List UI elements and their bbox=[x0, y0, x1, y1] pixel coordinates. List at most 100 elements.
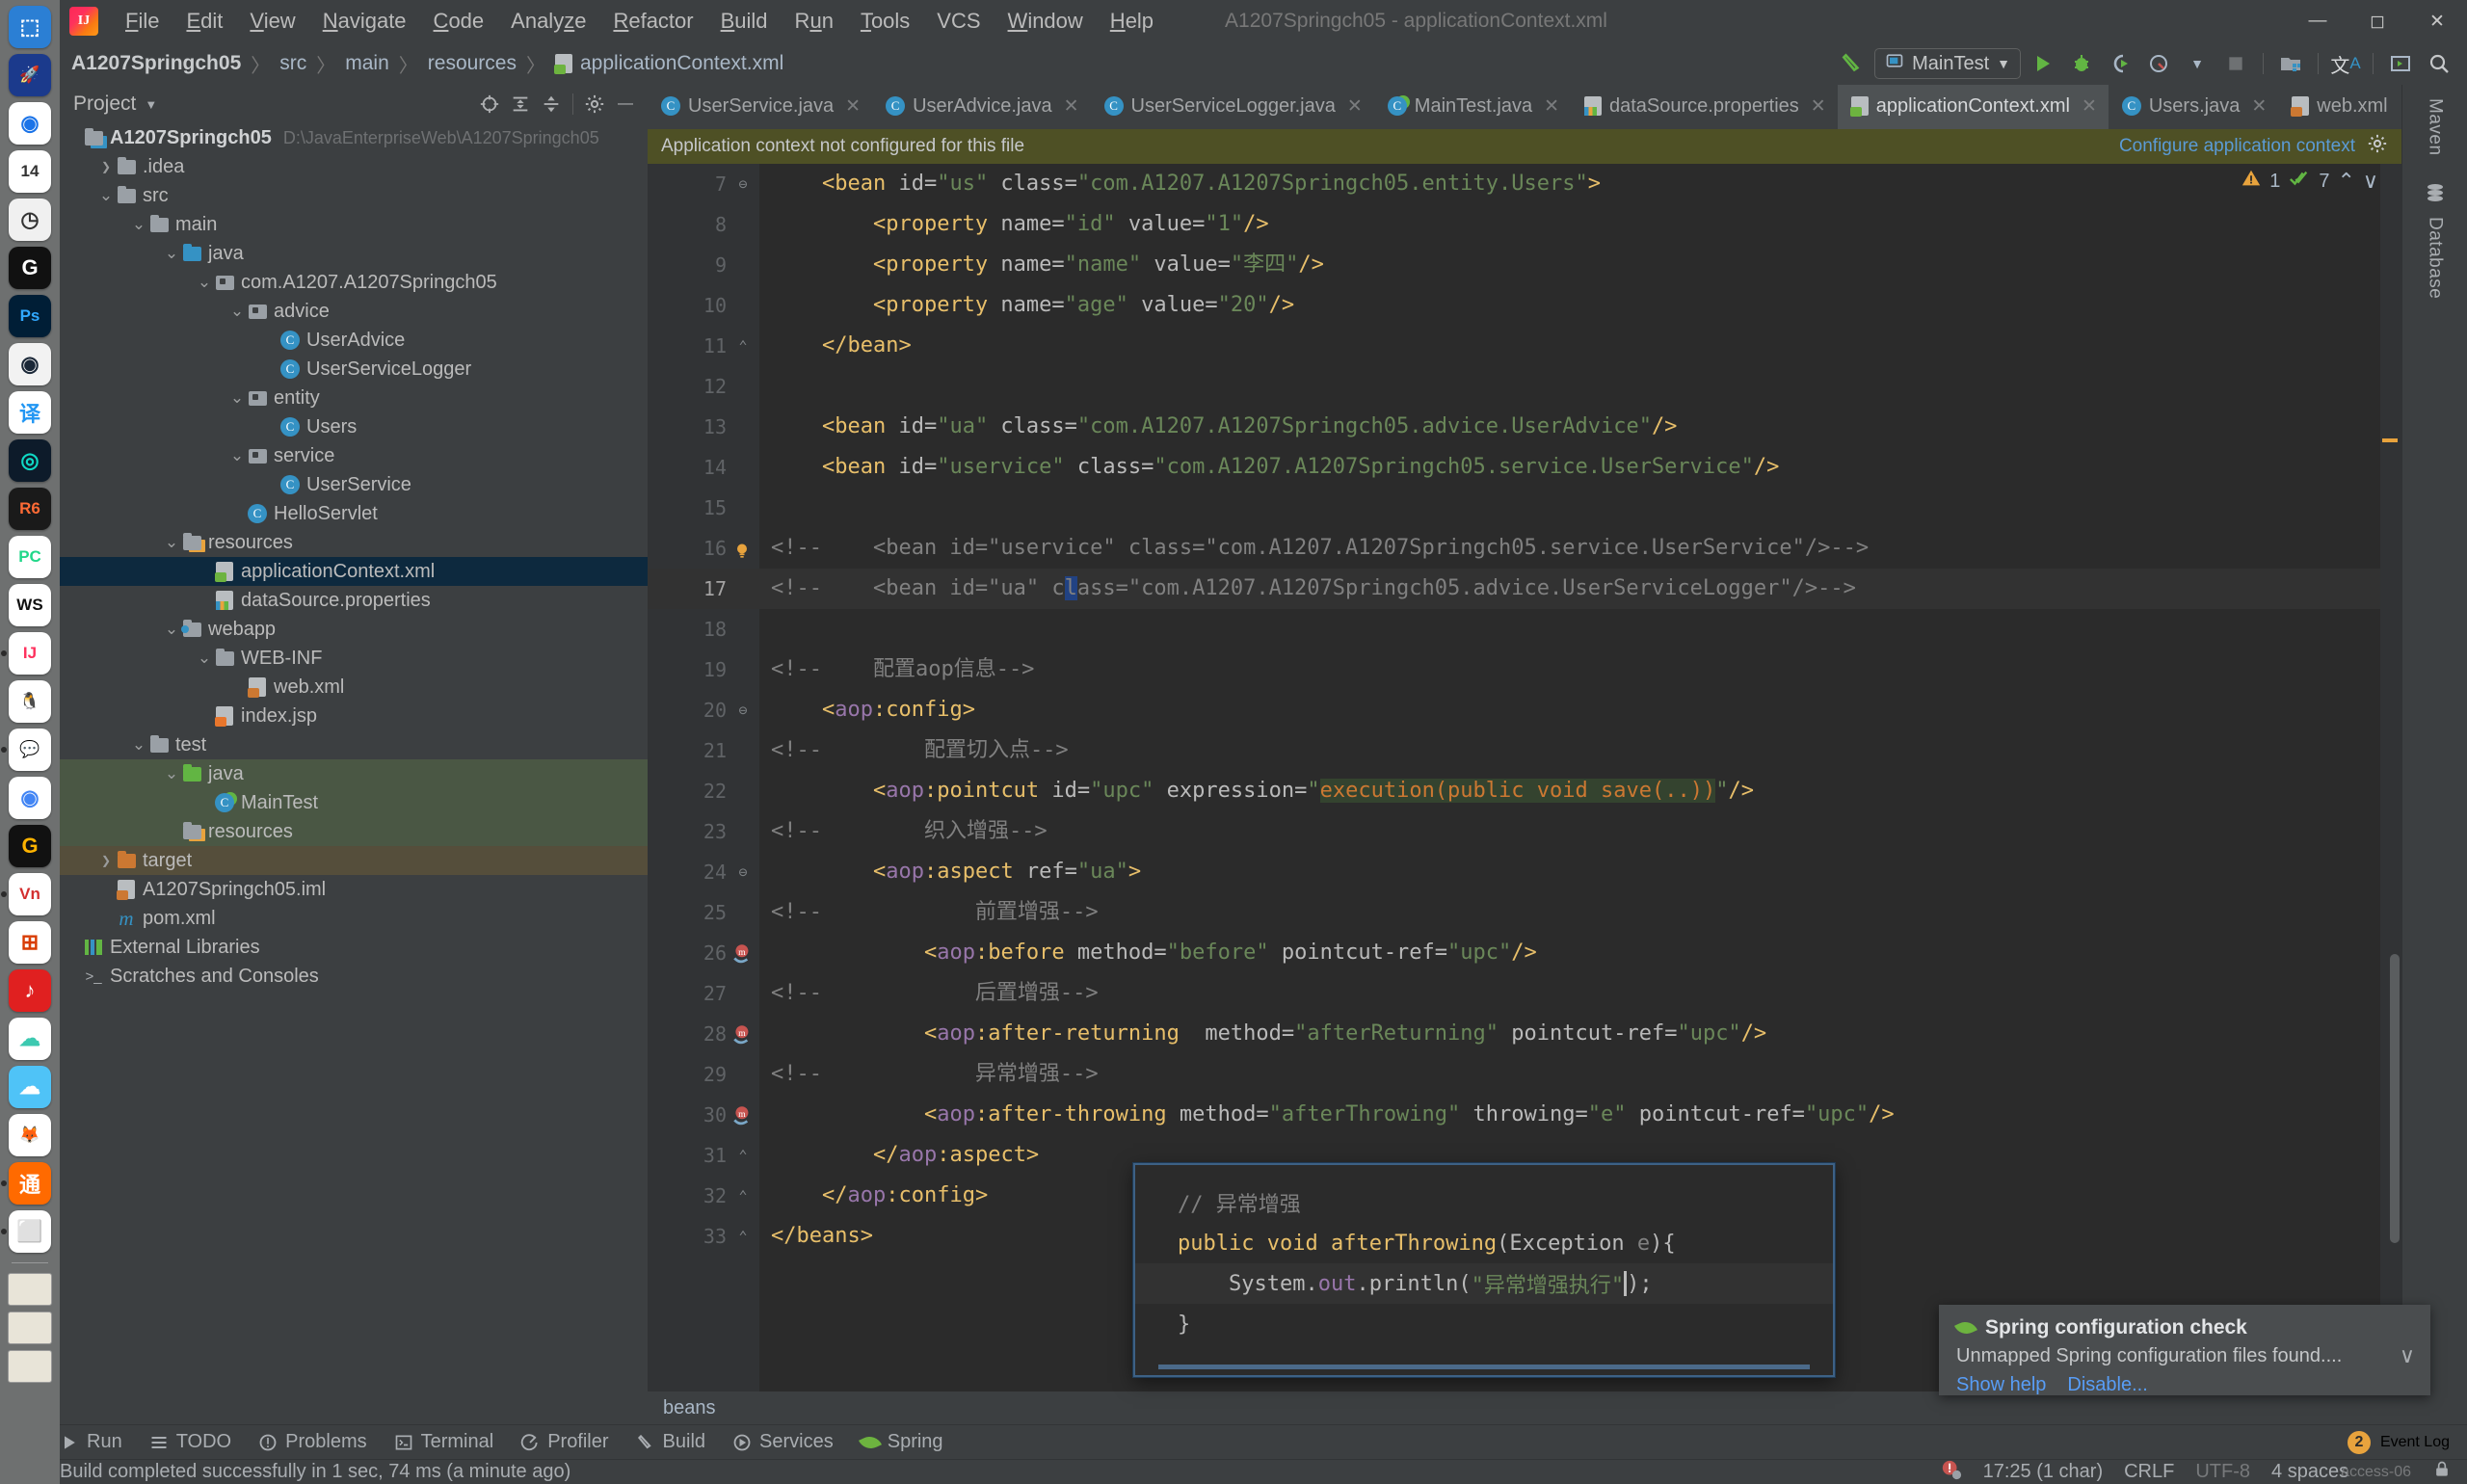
tool-window-terminal[interactable]: Terminal bbox=[394, 1431, 493, 1453]
document-icon[interactable]: ⬜ bbox=[1, 1210, 51, 1253]
tool-window-build[interactable]: Build bbox=[636, 1431, 705, 1453]
sidebar-item-maven[interactable]: Maven bbox=[2425, 98, 2446, 156]
chevron-down-icon[interactable]: ⌄ bbox=[98, 186, 114, 205]
code-line-18[interactable]: 18 bbox=[648, 609, 2401, 649]
tree-row-web-xml[interactable]: ⌄ web.xml bbox=[60, 673, 648, 702]
tree-row-main[interactable]: ⌄ main bbox=[60, 210, 648, 239]
calendar-icon[interactable]: 14 bbox=[9, 150, 51, 193]
tree-row-project-root[interactable]: ▾ A1207Springch05 D:\JavaEnterpriseWeb\A12… bbox=[60, 123, 648, 152]
code-line-19[interactable]: 19 <!-- 配置aop信息--> bbox=[648, 649, 2401, 690]
vscode-icon[interactable]: ⬚ bbox=[9, 6, 51, 48]
editor-tab-maintest-java[interactable]: C MainTest.java ✕ bbox=[1374, 85, 1571, 129]
editor-tab-userservice-java[interactable]: C UserService.java ✕ bbox=[648, 85, 872, 129]
tree-row-datasource-properties[interactable]: ⌄ dataSource.properties bbox=[60, 586, 648, 615]
chevron-right-icon[interactable]: ❯ bbox=[98, 854, 114, 867]
chevron-right-icon[interactable]: ❯ bbox=[98, 160, 114, 173]
pycharm-icon[interactable]: PC bbox=[9, 536, 51, 578]
editor-tab-applicationcontext-xml[interactable]: applicationContext.xml ✕ bbox=[1837, 85, 2109, 129]
inspection-widget[interactable]: 1 7 ⌃ ∨ bbox=[2241, 168, 2378, 195]
code-line-21[interactable]: 21 <!-- 配置切入点--> bbox=[648, 730, 2401, 771]
tool-window-services[interactable]: Services bbox=[732, 1431, 834, 1453]
debug-icon[interactable] bbox=[2065, 48, 2098, 79]
code-fold-icon[interactable]: ⊖ bbox=[727, 690, 759, 730]
geek-uninstaller-icon[interactable]: G bbox=[9, 825, 51, 867]
chevron-down-icon[interactable]: ⌄ bbox=[197, 594, 212, 607]
menu-edit[interactable]: Edit bbox=[172, 7, 236, 36]
menu-build[interactable]: Build bbox=[707, 7, 782, 36]
qq-icon[interactable]: 🐧 bbox=[9, 680, 51, 723]
translate-icon[interactable]: 文A bbox=[2329, 48, 2362, 79]
tree-row-com-a1207-a1207springch05[interactable]: ⌄ com.A1207.A1207Springch05 bbox=[60, 268, 648, 297]
event-log-label[interactable]: Event Log bbox=[2380, 1434, 2450, 1451]
chevron-down-icon[interactable]: ⌄ bbox=[66, 969, 81, 983]
tree-row--idea[interactable]: ❯ .idea bbox=[60, 152, 648, 181]
editor-breadcrumb[interactable]: beans bbox=[663, 1397, 716, 1419]
code-line-17[interactable]: 17 <!-- <bean id="ua" class="com.A1207.A1… bbox=[648, 569, 2401, 609]
method-override-icon[interactable]: m bbox=[730, 941, 756, 966]
tool-window-todo[interactable]: TODO bbox=[149, 1431, 231, 1453]
xmind-icon[interactable]: ◉ bbox=[9, 102, 51, 145]
intellij-idea-icon[interactable]: IJ bbox=[1, 632, 51, 675]
chevron-down-icon[interactable]: ∨ bbox=[2400, 1343, 2415, 1368]
editor-tab-datasource-properties[interactable]: dataSource.properties ✕ bbox=[1571, 85, 1838, 129]
wechat-icon[interactable]: 💬 bbox=[1, 729, 51, 771]
tree-row-advice[interactable]: ⌄ advice bbox=[60, 297, 648, 326]
chevron-down-icon[interactable]: ⌄ bbox=[197, 796, 212, 809]
editor-tab-web-xml[interactable]: web.xml✕ bbox=[2278, 85, 2401, 129]
tree-row-users[interactable]: ⌄CUsers bbox=[60, 412, 648, 441]
minimize-button[interactable]: — bbox=[2288, 0, 2348, 42]
chevron-down-icon[interactable]: ⌄ bbox=[197, 709, 212, 723]
code-line-10[interactable]: 10 <property name="age" value="20"/> bbox=[648, 285, 2401, 326]
event-log-area[interactable]: 2 Event Log bbox=[2347, 1430, 2467, 1454]
netease-music-icon[interactable]: ♪ bbox=[9, 969, 51, 1012]
code-fold-icon[interactable]: ⌃ bbox=[727, 1176, 759, 1216]
code-line-27[interactable]: 27 <!-- 后置增强--> bbox=[648, 973, 2401, 1014]
menu-vcs[interactable]: VCS bbox=[923, 7, 994, 36]
tree-row-scratches-and-consoles[interactable]: ⌄ >_ Scratches and Consoles bbox=[60, 962, 648, 991]
menu-navigate[interactable]: Navigate bbox=[309, 7, 420, 36]
inspection-error-icon[interactable] bbox=[1941, 1459, 1962, 1484]
weather-icon[interactable]: ☁ bbox=[9, 1066, 51, 1108]
intention-bulb-icon[interactable] bbox=[732, 537, 752, 560]
chevron-down-icon[interactable]: ⌄ bbox=[262, 420, 278, 434]
clock-icon[interactable]: ◷ bbox=[9, 199, 51, 241]
project-structure-icon[interactable] bbox=[2274, 48, 2307, 79]
code-line-23[interactable]: 23 <!-- 织入增强--> bbox=[648, 811, 2401, 852]
maximize-button[interactable]: ◻ bbox=[2348, 0, 2407, 42]
menu-window[interactable]: Window bbox=[995, 7, 1097, 36]
popup-scrollbar[interactable] bbox=[1158, 1365, 1810, 1369]
lock-icon[interactable] bbox=[2432, 1460, 2452, 1484]
webstorm-icon[interactable]: WS bbox=[9, 584, 51, 626]
breadcrumb-item-4[interactable]: applicationContext.xml bbox=[553, 52, 783, 75]
chevron-down-icon[interactable]: ⌄ bbox=[66, 941, 81, 954]
tree-row-a1207springch05-iml[interactable]: ⌄ A1207Springch05.iml bbox=[60, 875, 648, 904]
close-icon[interactable]: ✕ bbox=[2082, 95, 2097, 118]
chrome-icon[interactable]: ◉ bbox=[9, 777, 51, 819]
chevron-down-icon[interactable]: ▼ bbox=[145, 97, 157, 112]
indent-setting[interactable]: 4 spaces bbox=[2271, 1461, 2348, 1483]
tree-row-java[interactable]: ⌄ java bbox=[60, 759, 648, 788]
breadcrumb-item-3[interactable]: resources bbox=[428, 52, 517, 75]
code-line-30[interactable]: 30 m <aop:after-throwing method="afterThr… bbox=[648, 1095, 2401, 1135]
code-line-7[interactable]: 7 ⊖ <bean id="us" class="com.A1207.A1207S… bbox=[648, 164, 2401, 204]
chevron-down-icon[interactable]: ⌄ bbox=[131, 735, 146, 755]
run-configuration-selector[interactable]: MainTest ▼ bbox=[1874, 48, 2021, 79]
sidebar-item-database[interactable]: Database bbox=[2424, 181, 2447, 299]
menu-run[interactable]: Run bbox=[782, 7, 847, 36]
tree-row-java[interactable]: ⌄ java bbox=[60, 239, 648, 268]
previous-highlight-icon[interactable]: ⌃ bbox=[2337, 169, 2354, 194]
menu-code[interactable]: Code bbox=[420, 7, 498, 36]
code-line-26[interactable]: 26 m <aop:before method="before" pointcut… bbox=[648, 933, 2401, 973]
code-line-9[interactable]: 9 <property name="name" value="李四"/> bbox=[648, 245, 2401, 285]
menu-help[interactable]: Help bbox=[1097, 7, 1167, 36]
tree-row-src[interactable]: ⌄ src bbox=[60, 181, 648, 210]
breadcrumb-item-1[interactable]: src bbox=[279, 52, 306, 75]
tree-row-helloservlet[interactable]: ⌄C HelloServlet bbox=[60, 499, 648, 528]
tree-row-test[interactable]: ⌄ test bbox=[60, 730, 648, 759]
vnc-viewer-icon[interactable]: Vn bbox=[1, 873, 51, 915]
office-icon[interactable]: ⊞ bbox=[9, 921, 51, 964]
caret-position[interactable]: 17:25 (1 char) bbox=[1983, 1461, 2104, 1483]
profile-icon[interactable] bbox=[2142, 48, 2175, 79]
expand-all-icon[interactable] bbox=[506, 91, 535, 118]
tree-row-resources[interactable]: ⌄ resources bbox=[60, 817, 648, 846]
